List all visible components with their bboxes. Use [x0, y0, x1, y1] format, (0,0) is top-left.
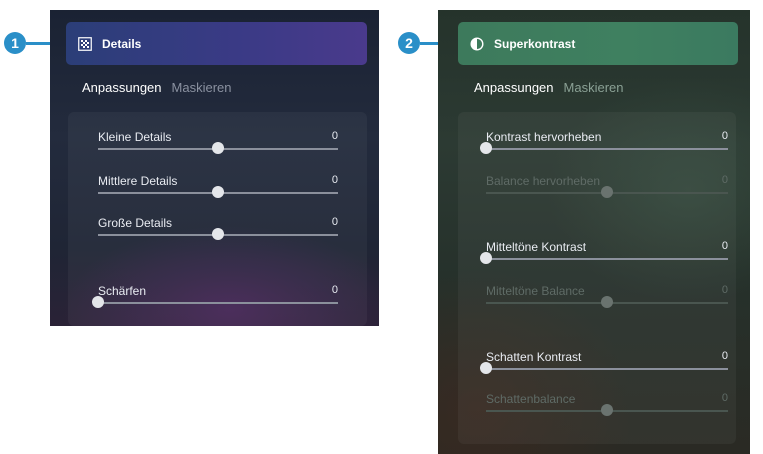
- slider-value: 0: [331, 216, 338, 228]
- slider-thumb[interactable]: [212, 186, 224, 198]
- slider-thumb[interactable]: [480, 142, 492, 154]
- slider-mitteltoene-balance[interactable]: Mitteltöne Balance 0: [486, 284, 728, 324]
- details-panel: Details Anpassungen Maskieren Kleine Det…: [50, 10, 379, 326]
- details-panel-header[interactable]: Details: [66, 22, 367, 65]
- slider-kleine-details[interactable]: Kleine Details 0: [98, 130, 338, 170]
- callout-line-1: [26, 41, 50, 45]
- callout-number-1: 1: [4, 32, 26, 54]
- tab-anpassungen[interactable]: Anpassungen: [474, 80, 554, 95]
- slider-value: 0: [721, 130, 728, 142]
- superkontrast-panel: Superkontrast Anpassungen Maskieren Kont…: [438, 10, 750, 454]
- tab-maskieren[interactable]: Maskieren: [564, 80, 624, 95]
- slider-thumb[interactable]: [480, 362, 492, 374]
- slider-schatten-kontrast[interactable]: Schatten Kontrast 0: [480, 350, 728, 390]
- slider-thumb[interactable]: [601, 186, 613, 198]
- tab-maskieren[interactable]: Maskieren: [172, 80, 232, 95]
- slider-thumb[interactable]: [601, 404, 613, 416]
- slider-value: 0: [721, 284, 728, 296]
- slider-grosse-details[interactable]: Große Details 0: [98, 216, 338, 256]
- slider-value: 0: [331, 284, 338, 296]
- details-tabs: Anpassungen Maskieren: [82, 80, 231, 95]
- callout-number-2: 2: [398, 32, 420, 54]
- slider-value: 0: [721, 174, 728, 186]
- slider-label: Mittlere Details: [98, 174, 178, 188]
- slider-thumb[interactable]: [212, 228, 224, 240]
- slider-balance-hervorheben[interactable]: Balance hervorheben 0: [486, 174, 728, 214]
- slider-value: 0: [721, 240, 728, 252]
- slider-label: Mitteltöne Balance: [486, 284, 585, 298]
- slider-value: 0: [721, 392, 728, 404]
- slider-label: Balance hervorheben: [486, 174, 601, 188]
- slider-value: 0: [721, 350, 728, 362]
- slider-track[interactable]: [486, 368, 728, 370]
- details-grid-icon: [78, 36, 92, 51]
- slider-label: Schattenbalance: [486, 392, 576, 406]
- slider-schaerfen[interactable]: Schärfen 0: [92, 284, 338, 324]
- slider-track[interactable]: [486, 258, 728, 260]
- slider-track[interactable]: [486, 148, 728, 150]
- slider-thumb[interactable]: [212, 142, 224, 154]
- slider-value: 0: [331, 174, 338, 186]
- slider-label: Kontrast hervorheben: [486, 130, 602, 144]
- slider-kontrast-hervorheben[interactable]: Kontrast hervorheben 0: [480, 130, 728, 170]
- tab-anpassungen[interactable]: Anpassungen: [82, 80, 162, 95]
- contrast-half-circle-icon: [470, 36, 484, 51]
- superkontrast-panel-title: Superkontrast: [494, 36, 576, 51]
- slider-mitteltoene-kontrast[interactable]: Mitteltöne Kontrast 0: [480, 240, 728, 280]
- slider-label: Schatten Kontrast: [486, 350, 582, 364]
- slider-label: Kleine Details: [98, 130, 172, 144]
- slider-label: Mitteltöne Kontrast: [486, 240, 587, 254]
- superkontrast-tabs: Anpassungen Maskieren: [474, 80, 623, 95]
- callout-1: 1: [4, 32, 50, 54]
- slider-schattenbalance[interactable]: Schattenbalance 0: [486, 392, 728, 432]
- details-panel-title: Details: [102, 36, 142, 51]
- slider-thumb[interactable]: [480, 252, 492, 264]
- slider-track[interactable]: [98, 302, 338, 304]
- slider-label: Große Details: [98, 216, 173, 230]
- slider-thumb[interactable]: [601, 296, 613, 308]
- slider-mittlere-details[interactable]: Mittlere Details 0: [98, 174, 338, 214]
- slider-thumb[interactable]: [92, 296, 104, 308]
- slider-value: 0: [331, 130, 338, 142]
- slider-label: Schärfen: [98, 284, 147, 298]
- superkontrast-panel-header[interactable]: Superkontrast: [458, 22, 738, 65]
